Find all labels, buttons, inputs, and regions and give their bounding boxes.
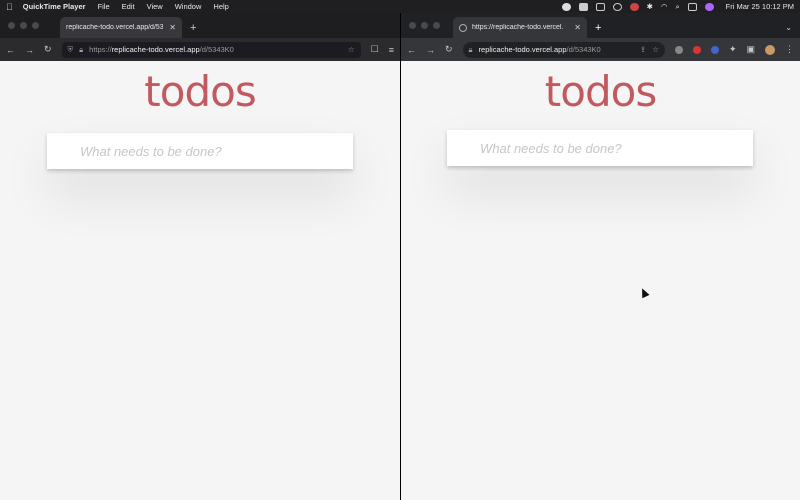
globe-icon (459, 23, 467, 32)
url-text: https://replicache-todo.vercel.app/d/534… (89, 45, 234, 54)
address-bar[interactable]: ⛨ 🔒︎ https://replicache-todo.vercel.app/… (61, 41, 361, 58)
app-title: todos (544, 67, 657, 116)
bluetooth-icon[interactable]: ✱ (647, 2, 653, 11)
back-icon[interactable]: ← (6, 45, 15, 55)
navigation-toolbar: ← → ↻ 🔒︎ replicache-todo.vercel.app/d/53… (401, 38, 800, 61)
minimize-window-button[interactable] (421, 22, 428, 29)
forward-icon[interactable]: → (426, 45, 435, 55)
new-tab-button[interactable]: + (587, 22, 609, 38)
search-icon[interactable]: ⌕ (675, 2, 679, 12)
window-controls (0, 22, 47, 29)
active-tab[interactable]: replicache-todo.vercel.app/d/5343K0 ✕ (60, 17, 182, 38)
navigation-toolbar: ← → ↻ ⛨ 🔒︎ https://replicache-todo.verce… (0, 38, 400, 61)
lock-icon[interactable]: 🔒︎ (79, 45, 83, 55)
record-icon[interactable] (561, 2, 571, 11)
reload-icon[interactable]: ↻ (44, 44, 52, 55)
forward-icon[interactable]: → (25, 45, 34, 55)
app-menu-name[interactable]: QuickTime Player (23, 2, 86, 11)
hamburger-menu-icon[interactable]: ≡ (389, 45, 394, 55)
tab-strip: replicache-todo.vercel.app/d/5343K0 ✕ + (0, 13, 400, 38)
app-title: todos (144, 67, 256, 116)
shield-icon[interactable]: ⛨ (68, 45, 74, 55)
minimize-window-button[interactable] (20, 22, 27, 29)
page-content: todos What needs to be done? (0, 61, 400, 500)
glasses-icon[interactable] (612, 2, 622, 11)
menu-file[interactable]: File (98, 2, 110, 11)
extension-icon[interactable] (674, 45, 683, 54)
control-center-icon[interactable] (687, 2, 697, 11)
close-window-button[interactable] (8, 22, 15, 29)
tab-title: replicache-todo.vercel.app/d/5343K0 (66, 24, 164, 31)
zoom-window-button[interactable] (32, 22, 39, 29)
bookmark-star-icon[interactable]: ☆ (348, 45, 355, 54)
address-bar[interactable]: 🔒︎ replicache-todo.vercel.app/d/5343K0 ⇪… (462, 41, 665, 58)
kebab-menu-icon[interactable]: ⋮ (785, 44, 794, 55)
window-controls (401, 22, 448, 29)
tab-search-chevron-icon[interactable]: ⌄ (777, 23, 800, 38)
menu-window[interactable]: Window (175, 2, 202, 11)
menu-help[interactable]: Help (213, 2, 228, 11)
menubar-clock[interactable]: Fri Mar 25 10:12 PM (726, 2, 794, 11)
pokeball-extension-icon[interactable] (692, 45, 701, 54)
url-text: replicache-todo.vercel.app/d/5343K0 (478, 45, 601, 54)
apple-icon[interactable]:  (6, 2, 13, 12)
puzzle-extensions-icon[interactable]: ✦ (729, 44, 737, 55)
back-icon[interactable]: ← (407, 45, 416, 55)
close-window-button[interactable] (409, 22, 416, 29)
reload-icon[interactable]: ↻ (445, 44, 453, 55)
badge-extension-icon[interactable] (710, 45, 719, 54)
menu-edit[interactable]: Edit (122, 2, 135, 11)
new-tab-button[interactable]: + (182, 22, 204, 38)
profile-avatar[interactable] (765, 44, 775, 55)
vpn-icon[interactable] (629, 2, 639, 11)
macos-menubar:  QuickTime Player File Edit View Window… (0, 0, 800, 13)
tab-title: https://replicache-todo.vercel. (472, 24, 564, 31)
share-icon[interactable]: ⇪ (640, 45, 646, 54)
pocket-icon[interactable]: ☐ (371, 44, 379, 55)
new-todo-input[interactable]: What needs to be done? (47, 133, 353, 169)
bookmark-star-icon[interactable]: ☆ (652, 45, 659, 54)
new-todo-input[interactable]: What needs to be done? (447, 130, 753, 166)
menu-view[interactable]: View (147, 2, 163, 11)
siri-icon[interactable] (704, 2, 714, 11)
left-browser-window: replicache-todo.vercel.app/d/5343K0 ✕ + … (0, 13, 400, 500)
chat-icon[interactable] (595, 2, 605, 11)
close-tab-icon[interactable]: ✕ (574, 23, 581, 32)
wifi-icon[interactable]: ◠ (661, 2, 668, 11)
tab-strip: https://replicache-todo.vercel. ✕ + ⌄ (401, 13, 800, 38)
zoom-window-button[interactable] (433, 22, 440, 29)
sidebar-icon[interactable]: ▣ (746, 44, 755, 55)
docker-icon[interactable] (578, 2, 588, 11)
lock-icon[interactable]: 🔒︎ (469, 45, 473, 55)
active-tab[interactable]: https://replicache-todo.vercel. ✕ (453, 17, 587, 38)
right-browser-window: https://replicache-todo.vercel. ✕ + ⌄ ← … (401, 13, 800, 500)
close-tab-icon[interactable]: ✕ (169, 23, 176, 32)
page-content: todos What needs to be done? (401, 61, 800, 500)
